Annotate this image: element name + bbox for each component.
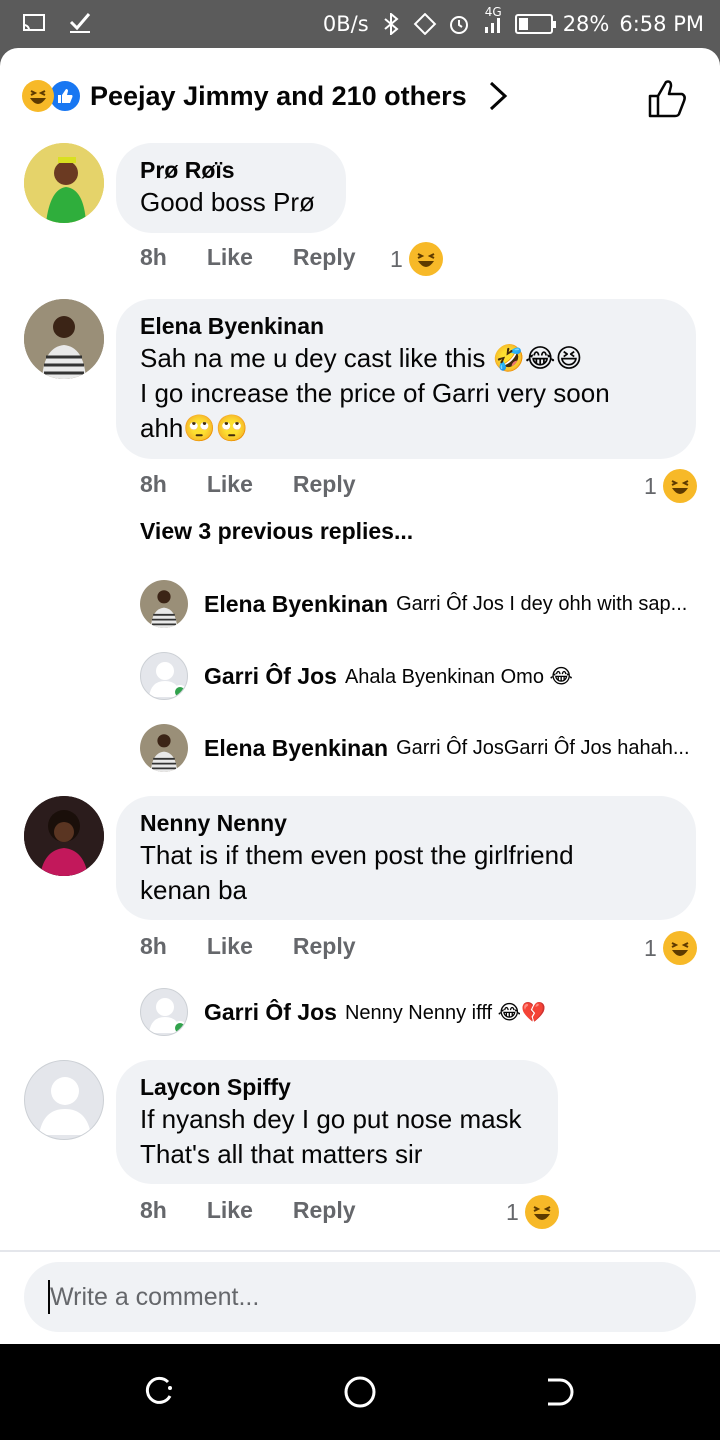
reply-text: Garri Ôf Jos I dey ohh with sap... bbox=[396, 592, 688, 615]
reply-author[interactable]: Elena Byenkinan bbox=[204, 591, 388, 618]
reply-item[interactable]: Elena Byenkinan Garri Ôf Jos I dey ohh w… bbox=[140, 579, 720, 629]
like-outline-icon[interactable] bbox=[646, 76, 690, 120]
haha-icon bbox=[408, 242, 443, 276]
clock: 6:58 PM bbox=[619, 12, 704, 36]
comment-author[interactable]: Laycon Spiffy bbox=[140, 1072, 534, 1102]
reaction-count[interactable]: 1 bbox=[506, 1195, 559, 1229]
reactions-summary[interactable]: Peejay Jimmy and 210 others bbox=[22, 76, 698, 118]
reply-item[interactable]: Garri Ôf Jos Ahala Byenkinan Omo 😂 bbox=[140, 651, 720, 701]
reply-text: Ahala Byenkinan Omo 😂 bbox=[344, 665, 573, 688]
reactors-text: Peejay Jimmy and 210 others bbox=[90, 80, 467, 111]
default-avatar-icon[interactable] bbox=[140, 988, 188, 1036]
comment-actions: 8h Like Reply bbox=[140, 471, 396, 498]
comment-actions: 8h Like Reply bbox=[140, 933, 396, 960]
battery-icon bbox=[514, 14, 556, 34]
comment-bubble[interactable]: Nenny Nenny That is if them even post th… bbox=[116, 796, 696, 920]
haha-icon bbox=[524, 1195, 559, 1229]
haha-icon bbox=[662, 931, 697, 965]
chevron-right-icon[interactable] bbox=[487, 80, 509, 112]
like-link[interactable]: Like bbox=[207, 244, 253, 271]
battery-percent: 28% bbox=[562, 12, 610, 36]
reply-author[interactable]: Garri Ôf Jos bbox=[204, 999, 337, 1026]
reaction-count[interactable]: 1 bbox=[390, 242, 443, 276]
reply-item[interactable]: Elena Byenkinan Garri Ôf JosGarri Ôf Jos… bbox=[140, 723, 720, 773]
reply-author[interactable]: Garri Ôf Jos bbox=[204, 663, 337, 690]
avatar-nenny[interactable] bbox=[24, 796, 104, 876]
comment-author[interactable]: Prø Røïs bbox=[140, 155, 322, 185]
reply-link[interactable]: Reply bbox=[293, 1197, 356, 1224]
reply-link[interactable]: Reply bbox=[293, 933, 356, 960]
comment-text: If nyansh dey I go put nose mask bbox=[140, 1104, 522, 1134]
reply-text: Garri Ôf JosGarri Ôf Jos hahah... bbox=[396, 736, 690, 759]
system-nav-bar bbox=[0, 1344, 720, 1440]
comment-time: 8h bbox=[140, 933, 167, 959]
avatar-elena[interactable] bbox=[24, 299, 104, 379]
reply-author[interactable]: Elena Byenkinan bbox=[204, 735, 388, 762]
like-link[interactable]: Like bbox=[207, 1197, 253, 1224]
comment-input[interactable] bbox=[50, 1262, 670, 1332]
comment-bubble[interactable]: Prø Røïs Good boss Prø bbox=[116, 143, 346, 233]
recent-apps-icon[interactable] bbox=[142, 1374, 178, 1410]
comment-author[interactable]: Nenny Nenny bbox=[140, 808, 672, 838]
avatar-pro-rois[interactable] bbox=[24, 143, 104, 223]
default-avatar-icon[interactable] bbox=[24, 1060, 104, 1140]
comment-text: Good boss Prø bbox=[140, 187, 315, 217]
comment-time: 8h bbox=[140, 471, 167, 497]
comment-time: 8h bbox=[140, 244, 167, 270]
view-previous-replies[interactable]: View 3 previous replies... bbox=[140, 518, 413, 545]
screencast-icon bbox=[23, 14, 45, 31]
reaction-count[interactable]: 1 bbox=[644, 469, 697, 503]
reply-link[interactable]: Reply bbox=[293, 244, 356, 271]
comment-text: kenan ba bbox=[140, 875, 247, 905]
check-icon bbox=[69, 13, 91, 33]
online-indicator bbox=[173, 685, 187, 699]
like-link[interactable]: Like bbox=[207, 933, 253, 960]
comment-time: 8h bbox=[140, 1197, 167, 1223]
bluetooth-icon bbox=[384, 13, 399, 35]
haha-icon bbox=[22, 80, 54, 112]
network-type: 4G bbox=[484, 5, 502, 19]
comment-actions: 8h Like Reply bbox=[140, 1197, 396, 1224]
haha-icon bbox=[662, 469, 697, 503]
composer-divider bbox=[0, 1250, 720, 1252]
comment-composer[interactable] bbox=[24, 1262, 696, 1332]
alarm-icon bbox=[449, 16, 468, 34]
comments-sheet: Peejay Jimmy and 210 others Prø Røïs Goo… bbox=[0, 48, 720, 1344]
reply-text: Nenny Nenny ifff 😂💔 bbox=[344, 1001, 546, 1024]
net-speed: 0B/s bbox=[322, 12, 369, 36]
comment-text: Sah na me u dey cast like this 🤣😂😆 bbox=[140, 343, 583, 373]
back-icon[interactable] bbox=[542, 1374, 578, 1410]
status-bar: 0B/s 4G 28% 6:58 PM bbox=[0, 0, 720, 48]
comment-author[interactable]: Elena Byenkinan bbox=[140, 311, 672, 341]
comment-text: I go increase the price of Garri very so… bbox=[140, 378, 610, 408]
comment-text: That's all that matters sir bbox=[140, 1139, 423, 1169]
comment-text: ahh🙄🙄 bbox=[140, 413, 249, 443]
home-icon[interactable] bbox=[342, 1374, 378, 1410]
comment-text: That is if them even post the girlfriend bbox=[140, 840, 574, 870]
rotate-icon bbox=[413, 13, 437, 35]
reply-link[interactable]: Reply bbox=[293, 471, 356, 498]
like-link[interactable]: Like bbox=[207, 471, 253, 498]
avatar-elena[interactable] bbox=[140, 580, 188, 628]
default-avatar-icon[interactable] bbox=[140, 652, 188, 700]
avatar-elena[interactable] bbox=[140, 724, 188, 772]
comment-bubble[interactable]: Laycon Spiffy If nyansh dey I go put nos… bbox=[116, 1060, 558, 1184]
online-indicator bbox=[173, 1021, 187, 1035]
reply-item[interactable]: Garri Ôf Jos Nenny Nenny ifff 😂💔 bbox=[140, 987, 720, 1037]
comment-actions: 8h Like Reply bbox=[140, 244, 396, 271]
comment-bubble[interactable]: Elena Byenkinan Sah na me u dey cast lik… bbox=[116, 299, 696, 459]
reaction-count[interactable]: 1 bbox=[644, 931, 697, 965]
